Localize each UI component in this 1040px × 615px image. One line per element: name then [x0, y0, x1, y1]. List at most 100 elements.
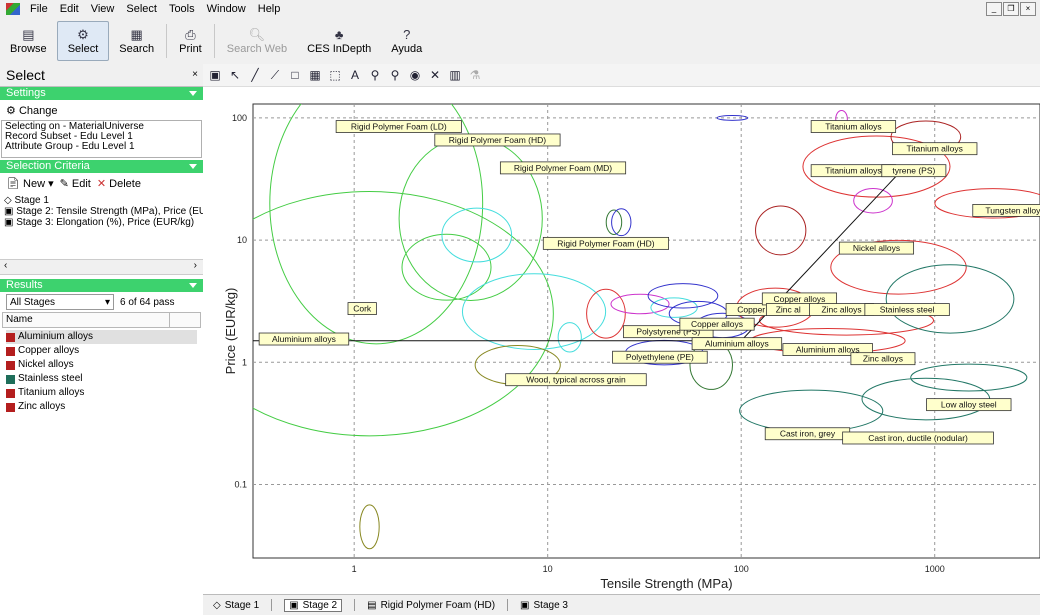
stage-item[interactable]: ◇ Stage 1 [4, 195, 199, 206]
material-label[interactable]: Aluminium alloys [705, 339, 769, 349]
material-icon [6, 402, 15, 412]
remove-icon[interactable]: ✕ [429, 68, 441, 82]
material-label[interactable]: Cork [353, 304, 372, 314]
highlight-icon[interactable]: ▥ [449, 68, 461, 82]
restore-icon[interactable]: ❐ [1003, 2, 1019, 16]
tab-stage-1[interactable]: ◇ Stage 1 [213, 600, 259, 611]
selection-criteria-header[interactable]: Selection Criteria [0, 160, 203, 173]
hide-failed-icon[interactable]: ◉ [409, 68, 421, 82]
material-label[interactable]: Titanium alloys [825, 122, 881, 132]
gradient-line-icon[interactable]: ⟋ [269, 68, 281, 83]
menu-tools[interactable]: Tools [163, 3, 201, 15]
menu-view[interactable]: View [85, 3, 121, 15]
name-column-header[interactable]: Name [2, 312, 201, 328]
criteria-scrollbar[interactable]: ‹ › [0, 259, 203, 275]
scroll-left-icon[interactable]: ‹ [4, 260, 7, 271]
result-label: Stainless steel [18, 373, 83, 384]
material-label[interactable]: Polyethylene (PE) [626, 352, 694, 362]
material-label[interactable]: Rigid Polymer Foam (HD) [449, 135, 546, 145]
menu-window[interactable]: Window [201, 3, 252, 15]
change-button[interactable]: ⚙ Change [6, 104, 57, 117]
material-label[interactable]: Low alloy steel [941, 400, 997, 410]
material-label[interactable]: Zinc al [776, 305, 801, 315]
collapse-icon [189, 283, 197, 288]
results-list: Aluminium alloys Copper alloys Nickel allo… [0, 328, 203, 416]
results-filter-row: All Stages ▾ 6 of 64 pass [0, 292, 203, 312]
stage-list: ◇ Stage 1 ▣ Stage 2: Tensile Strength (M… [0, 193, 203, 259]
grid-tool-icon[interactable]: ▦ [309, 68, 321, 82]
eco-icon[interactable]: ⚗ [469, 68, 481, 82]
material-label[interactable]: Copper alloys [773, 294, 825, 304]
browse-button[interactable]: ▤ Browse [0, 18, 57, 64]
tab-stage-2[interactable]: ▣ Stage 2 [284, 598, 343, 612]
app-icon [6, 3, 20, 15]
material-label[interactable]: Titanium alloys [825, 166, 881, 176]
polygon-tool-icon[interactable]: ⬚ [329, 68, 341, 82]
select-button[interactable]: ⚙ Select [56, 21, 110, 61]
magnifier-icon: 🔍︎ [248, 27, 266, 42]
delete-button[interactable]: ✕ Delete [97, 177, 141, 190]
menu-edit[interactable]: Edit [54, 3, 85, 15]
material-label[interactable]: Rigid Polymer Foam (LD) [351, 122, 447, 132]
change-icon: ⚙ [6, 104, 16, 117]
material-label[interactable]: Cast iron, grey [780, 429, 836, 439]
price-vs-strength-chart[interactable]: 1 10 100 1000 100 10 1 0.1 Tensile Strength (MPa… [203, 86, 1040, 594]
x-axis-label: Tensile Strength (MPa) [600, 576, 732, 591]
close-icon[interactable]: × [1020, 2, 1036, 16]
material-label[interactable]: Rigid Polymer Foam (MD) [514, 163, 612, 173]
change-row: ⚙ Change [0, 100, 203, 120]
material-label[interactable]: Titanium alloys [907, 144, 963, 154]
label-tool-icon[interactable]: A [349, 68, 361, 82]
result-item[interactable]: Titanium alloys [6, 386, 197, 400]
material-label[interactable]: tyrene (PS) [892, 166, 935, 176]
results-header[interactable]: Results [0, 279, 203, 292]
pointer-icon[interactable]: ↖ [229, 68, 241, 82]
result-item[interactable]: Stainless steel [6, 372, 197, 386]
material-label[interactable]: Cast iron, ductile (nodular) [868, 433, 968, 443]
print-button[interactable]: ⎙ Print [169, 18, 212, 64]
scroll-right-icon[interactable]: › [194, 260, 197, 271]
line-tool-icon[interactable]: ╱ [249, 68, 261, 82]
material-label[interactable]: Wood, typical across grain [526, 375, 626, 385]
tab-datasheet[interactable]: ▤ Rigid Polymer Foam (HD) [367, 600, 495, 611]
material-label[interactable]: Copper alloys [691, 319, 743, 329]
result-item[interactable]: Copper alloys [6, 344, 197, 358]
close-panel-icon[interactable]: × [192, 64, 198, 86]
criteria-buttons: 📄︎ New ▾ ✎ Edit ✕ Delete [0, 173, 203, 193]
stage-item[interactable]: ▣ Stage 3: Elongation (%), Price (EUR/kg… [4, 217, 199, 228]
material-icon [6, 388, 15, 398]
settings-header[interactable]: Settings [0, 87, 203, 100]
box-tool-icon[interactable]: □ [289, 68, 301, 82]
stage-filter-select[interactable]: All Stages ▾ [6, 294, 114, 310]
material-label[interactable]: Tungsten alloys [985, 205, 1040, 215]
menu-select[interactable]: Select [120, 3, 163, 15]
material-label[interactable]: Aluminium alloys [272, 334, 336, 344]
ces-indepth-button[interactable]: ♣ CES InDepth [297, 18, 381, 64]
menu-help[interactable]: Help [252, 3, 287, 15]
material-label[interactable]: Aluminium alloys [796, 345, 860, 355]
collapse-icon [189, 91, 197, 96]
new-button[interactable]: 📄︎ New ▾ [6, 177, 54, 190]
tab-stage-3[interactable]: ▣ Stage 3 [520, 600, 568, 611]
chart-icon: ▣ [289, 599, 299, 611]
x-tick-label: 100 [734, 564, 749, 574]
result-item[interactable]: Nickel alloys [6, 358, 197, 372]
result-item[interactable]: Zinc alloys [6, 400, 197, 414]
search-button[interactable]: ▦ Search [109, 18, 164, 64]
chart-settings-icon[interactable]: ▣ [209, 68, 221, 82]
minimize-icon[interactable]: _ [986, 2, 1002, 16]
material-label[interactable]: Zinc alloys [821, 305, 861, 315]
result-item[interactable]: Aluminium alloys [6, 330, 197, 344]
material-label[interactable]: Rigid Polymer Foam (HD) [557, 238, 654, 248]
material-label[interactable]: Zinc alloys [863, 354, 903, 364]
material-label[interactable]: Nickel alloys [853, 243, 900, 253]
edit-button[interactable]: ✎ Edit [60, 177, 91, 190]
stage-item[interactable]: ▣ Stage 2: Tensile Strength (MPa), Price… [4, 206, 203, 217]
zoom-reset-icon[interactable]: ⚲ [389, 68, 401, 82]
zoom-icon[interactable]: ⚲ [369, 68, 381, 82]
y-tick-label: 10 [237, 235, 247, 245]
search-web-button[interactable]: 🔍︎ Search Web [217, 18, 297, 64]
ayuda-button[interactable]: ? Ayuda [381, 18, 432, 64]
menu-file[interactable]: File [24, 3, 54, 15]
material-label[interactable]: Stainless steel [880, 305, 935, 315]
